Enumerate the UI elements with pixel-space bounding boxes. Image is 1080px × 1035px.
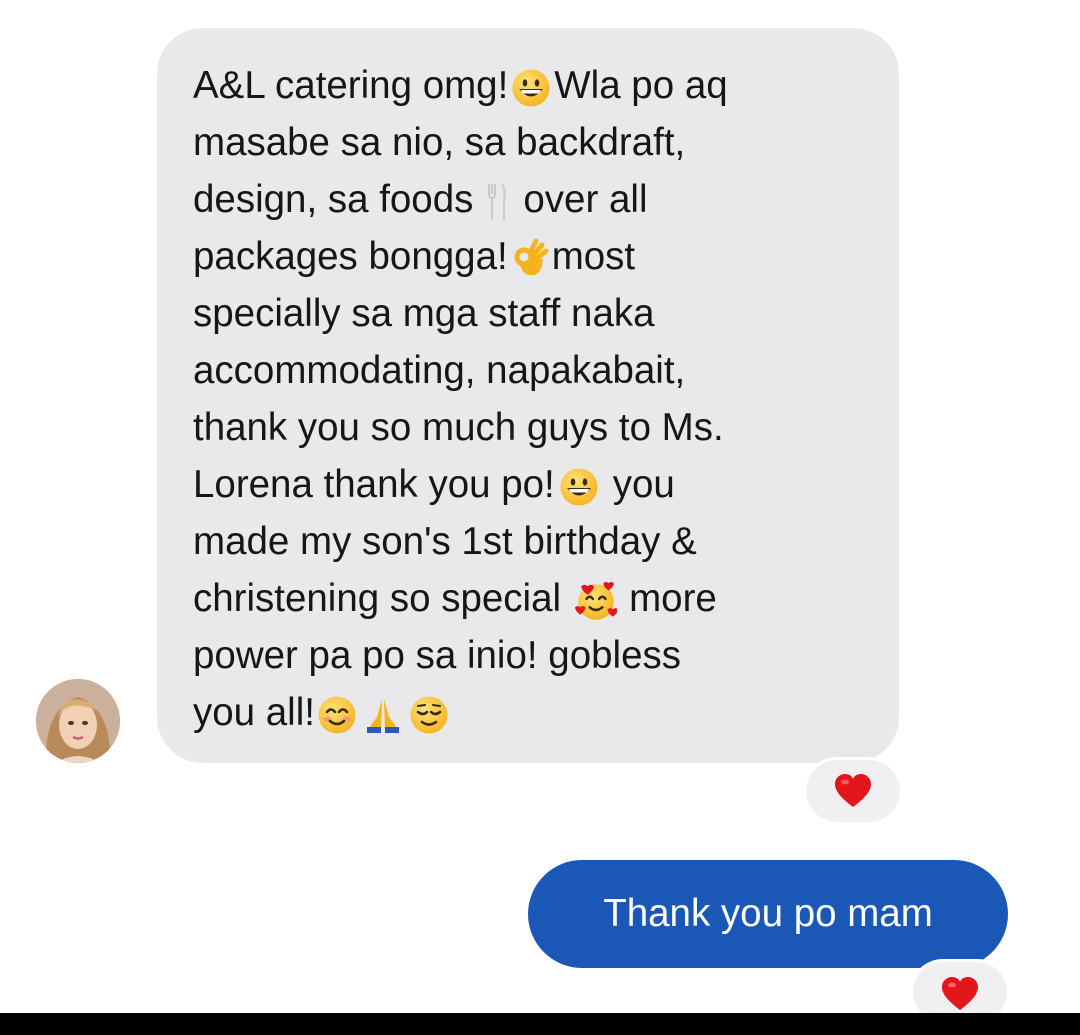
message-text-span: Lorena thank you po! [193, 463, 555, 506]
message-line: christening so special more [193, 570, 717, 627]
message-line: masabe sa nio, sa backdraft, [193, 121, 686, 164]
folded-hands-icon [363, 695, 403, 735]
message-text-span: you [612, 463, 675, 506]
message-line: you all! [193, 684, 451, 741]
smiling-face-icon [317, 695, 357, 735]
message-line: thank you so much guys to Ms. [193, 406, 724, 449]
sender-avatar[interactable] [36, 679, 120, 763]
outgoing-message-text: Thank you po mam [603, 892, 933, 935]
message-text-span: over all [523, 178, 648, 221]
message-text-span: design, sa foods [193, 178, 474, 221]
incoming-reaction-badge[interactable] [806, 760, 900, 822]
ok-hand-icon [510, 239, 550, 279]
outgoing-message-bubble[interactable]: Thank you po mam [528, 860, 1008, 968]
relieved-face-icon [409, 695, 449, 735]
message-text-span: Wla po aq [554, 64, 728, 107]
message-text-span: more [629, 577, 717, 620]
heart-reaction-icon [833, 773, 873, 809]
message-line: A&L catering omg! Wla po aq [193, 57, 728, 114]
message-text-span: A&L catering omg! [193, 64, 509, 107]
smiling-face-with-hearts-icon [575, 580, 617, 622]
message-line: packages bongga! most [193, 228, 635, 285]
avatar-photo-icon [36, 679, 120, 763]
message-line: power pa po sa inio! gobless [193, 634, 681, 677]
fork-and-knife-icon [485, 182, 509, 222]
message-line: specially sa mga staff naka [193, 292, 655, 335]
message-line: design, sa foods over all [193, 171, 648, 228]
grinning-face-icon [559, 467, 599, 507]
message-text-span: most [551, 235, 636, 278]
heart-reaction-icon [940, 976, 980, 1012]
bottom-bar [0, 1013, 1080, 1035]
message-line: made my son's 1st birthday & [193, 520, 697, 563]
message-text-span: packages bongga! [193, 235, 508, 278]
grinning-face-icon [511, 68, 551, 108]
message-line: accommodating, napakabait, [193, 349, 686, 392]
message-text-span: christening so special [193, 577, 562, 620]
message-text-span: you all! [193, 691, 315, 734]
message-line: Lorena thank you po! you [193, 456, 675, 513]
